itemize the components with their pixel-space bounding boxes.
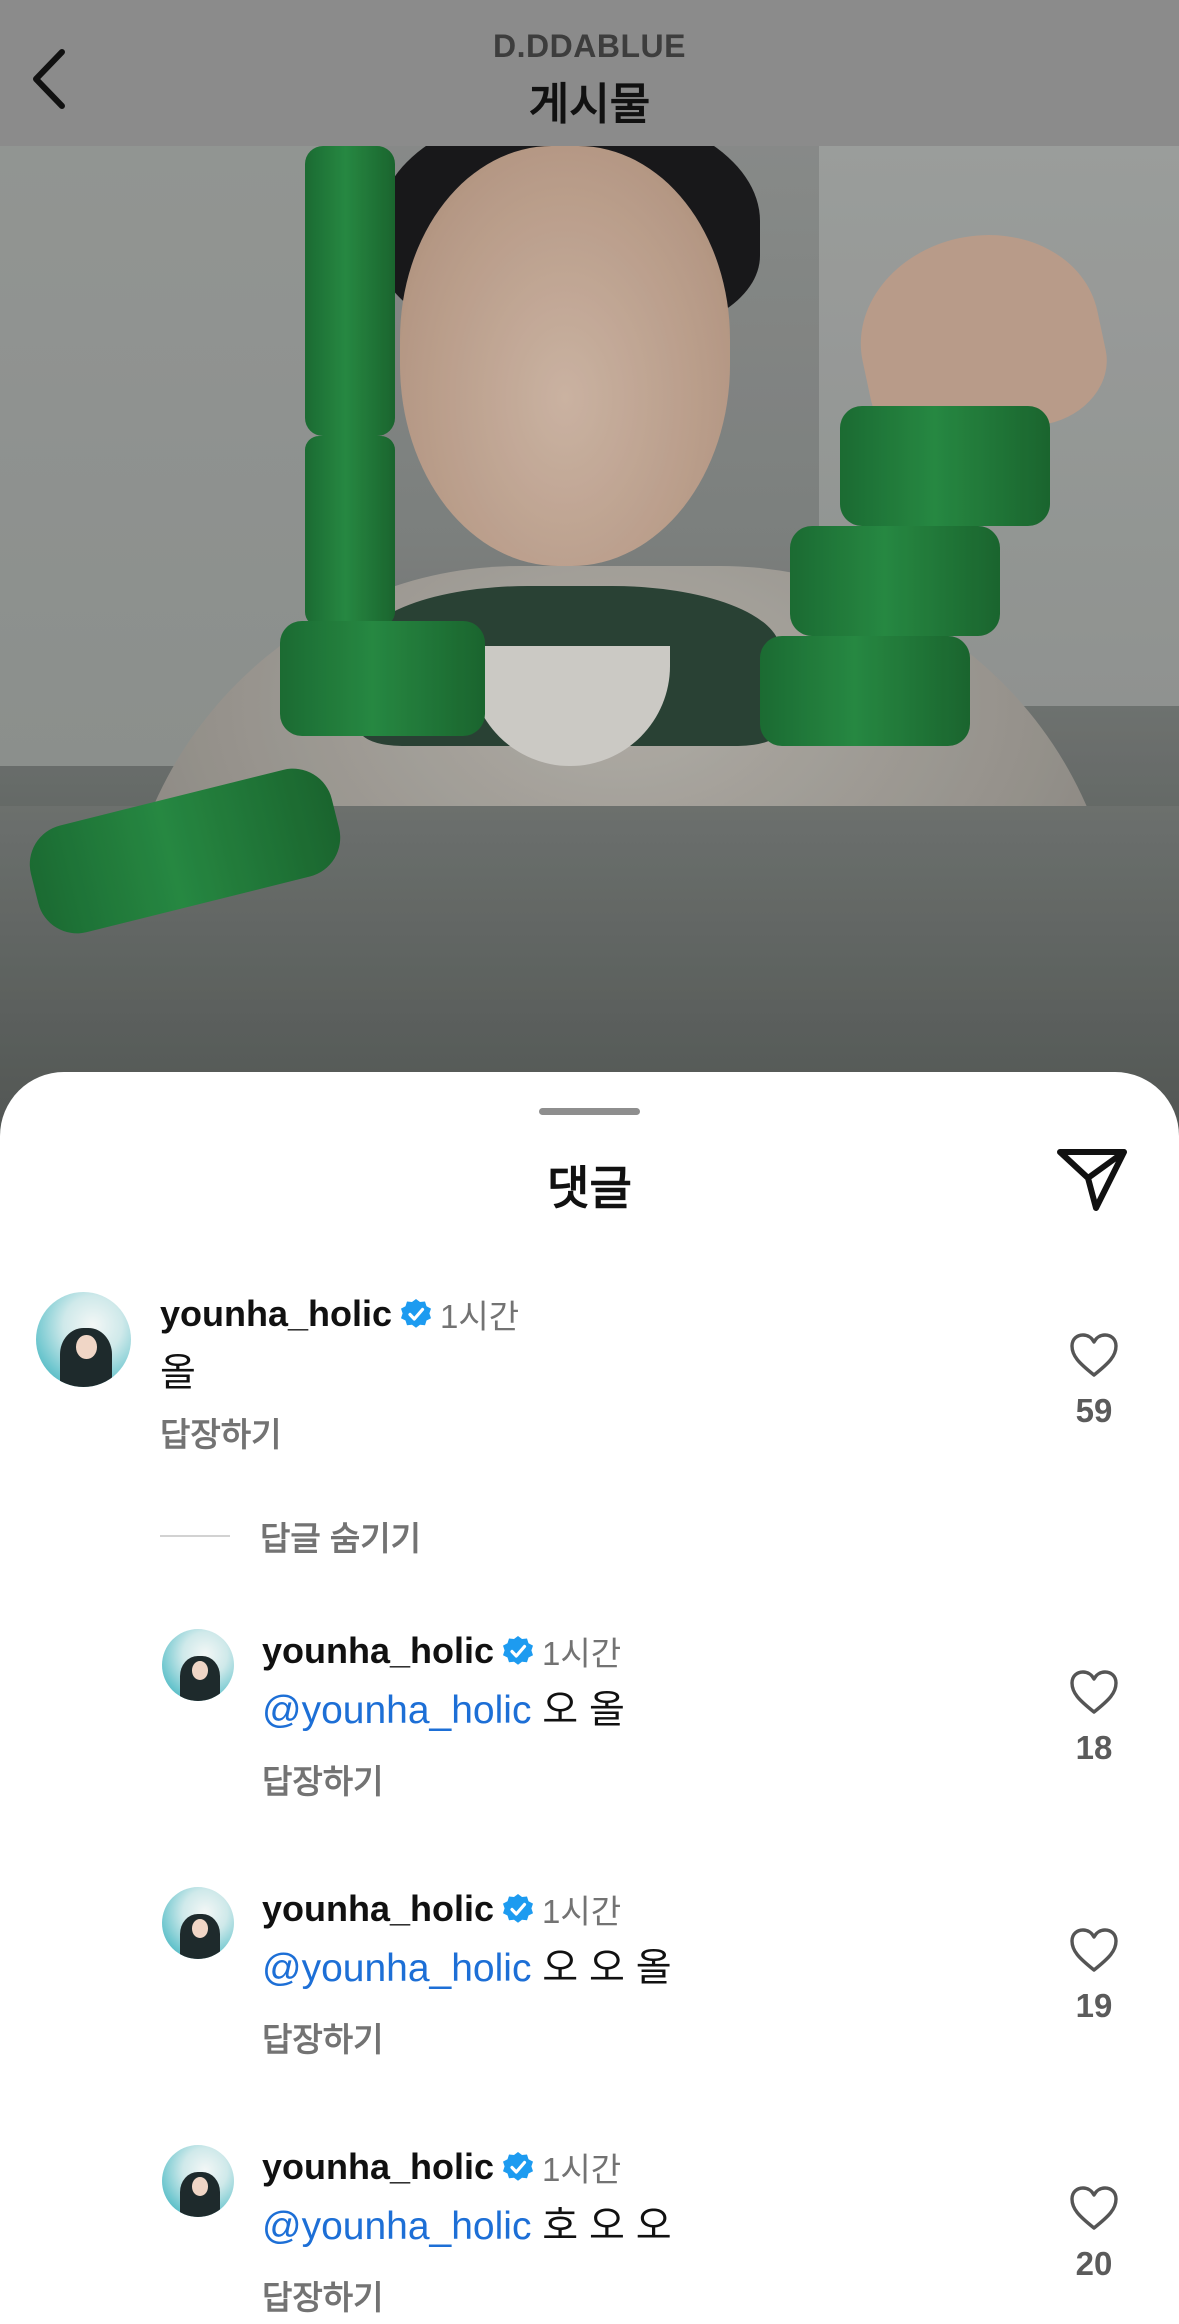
comment-time: 1시간 bbox=[542, 1893, 622, 1930]
reply-item: younha_holic 1시간 @younha_holic 호 오 오 답장하… bbox=[0, 2143, 1179, 2323]
like-button[interactable]: 19 bbox=[1054, 1927, 1134, 2025]
verified-badge-icon bbox=[503, 1636, 534, 1665]
comment-username[interactable]: younha_holic bbox=[262, 2146, 494, 2188]
verified-badge-icon bbox=[401, 1299, 432, 1328]
reply-button[interactable]: 답장하기 bbox=[262, 2271, 383, 2319]
heart-icon bbox=[1070, 2186, 1118, 2230]
heart-icon bbox=[1070, 1928, 1118, 1972]
comment-time: 1시간 bbox=[542, 1635, 622, 1672]
like-button[interactable]: 59 bbox=[1054, 1332, 1134, 1430]
like-count: 19 bbox=[1075, 1987, 1113, 2024]
top-nav-bar: D.DDABLUE 게시물 bbox=[0, 0, 1179, 146]
comment-username[interactable]: younha_holic bbox=[160, 1293, 392, 1335]
comment-username[interactable]: younha_holic bbox=[262, 1630, 494, 1672]
avatar[interactable] bbox=[162, 1887, 234, 1959]
divider bbox=[160, 1535, 230, 1537]
like-button[interactable]: 20 bbox=[1054, 2185, 1134, 2283]
hide-replies-button[interactable]: 답글 숨기기 bbox=[160, 1512, 421, 1560]
avatar[interactable] bbox=[36, 1292, 131, 1387]
reply-button[interactable]: 답장하기 bbox=[262, 2013, 383, 2061]
comment-time: 1시간 bbox=[542, 2151, 622, 2188]
sheet-grabber[interactable] bbox=[539, 1108, 640, 1115]
share-button[interactable] bbox=[1056, 1146, 1136, 1226]
comments-title: 댓글 bbox=[547, 1162, 632, 1214]
heart-icon bbox=[1070, 1333, 1118, 1377]
verified-badge-icon bbox=[503, 1894, 534, 1923]
mention-link[interactable]: @younha_holic bbox=[262, 1947, 531, 1990]
reply-item: younha_holic 1시간 @younha_holic 오 오 올 답장하… bbox=[0, 1885, 1179, 2058]
like-count: 18 bbox=[1075, 1729, 1113, 1766]
like-button[interactable]: 18 bbox=[1054, 1669, 1134, 1767]
account-name: D.DDABLUE bbox=[493, 28, 686, 64]
like-count: 20 bbox=[1075, 2245, 1113, 2282]
mention-link[interactable]: @younha_holic bbox=[262, 1689, 531, 1732]
comment-text: @younha_holic 오 오 올 bbox=[262, 1947, 672, 1990]
comment-text: @younha_holic 오 올 bbox=[262, 1689, 625, 1732]
reply-button[interactable]: 답장하기 bbox=[262, 1755, 383, 1803]
comment-text: @younha_holic 호 오 오 bbox=[262, 2205, 672, 2248]
avatar[interactable] bbox=[162, 1629, 234, 1701]
comment-item: younha_holic 1시간 올 답장하기 59 bbox=[0, 1290, 1179, 1460]
page-title: 게시물 bbox=[528, 80, 651, 129]
mention-link[interactable]: @younha_holic bbox=[262, 2205, 531, 2248]
like-count: 59 bbox=[1075, 1392, 1113, 1429]
reply-button[interactable]: 답장하기 bbox=[160, 1408, 281, 1456]
heart-icon bbox=[1070, 1670, 1118, 1714]
avatar[interactable] bbox=[162, 2145, 234, 2217]
reply-item: younha_holic 1시간 @younha_holic 오 올 답장하기 … bbox=[0, 1627, 1179, 1800]
paper-plane-icon bbox=[1057, 1149, 1127, 1211]
post-background bbox=[0, 0, 1179, 1140]
verified-badge-icon bbox=[503, 2152, 534, 2181]
comment-time: 1시간 bbox=[440, 1298, 520, 1335]
comment-username[interactable]: younha_holic bbox=[262, 1888, 494, 1930]
comment-text: 올 bbox=[160, 1352, 196, 1395]
